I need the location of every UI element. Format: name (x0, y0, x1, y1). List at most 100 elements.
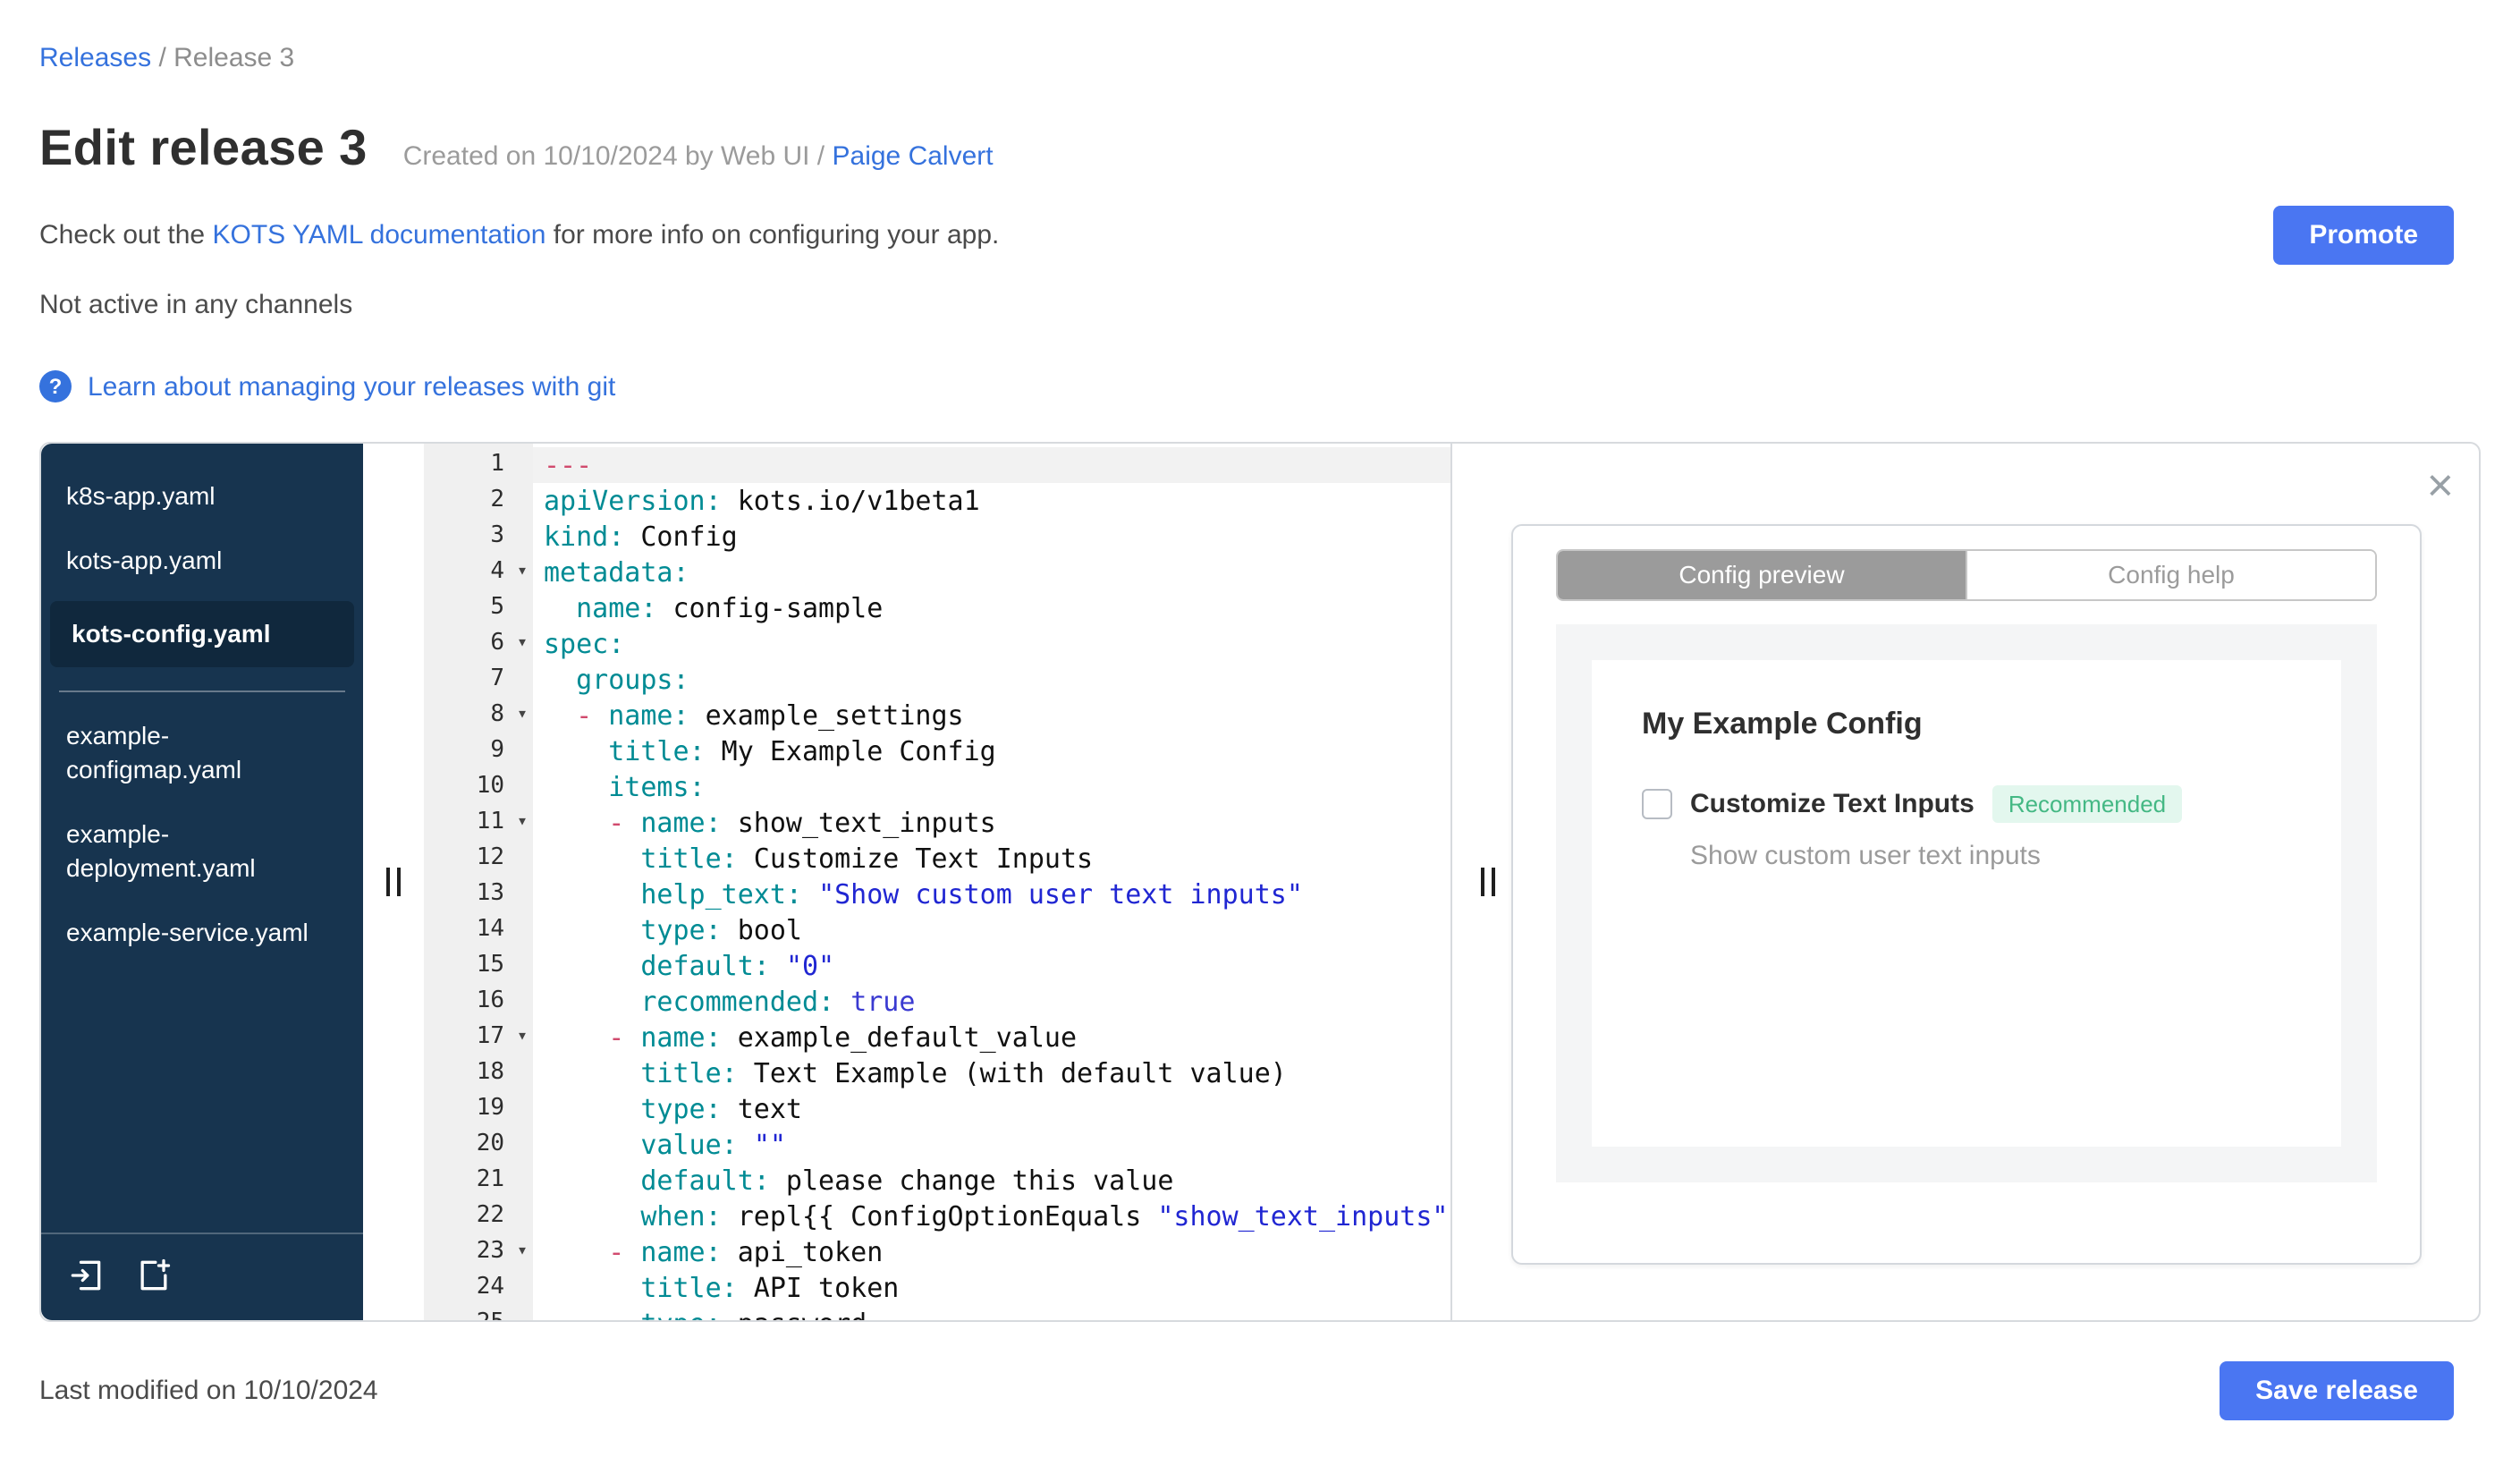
code-line-text: - name: api_token (608, 1236, 884, 1268)
recommended-badge: Recommended (1991, 785, 2183, 823)
code-line-text: type: password (533, 1306, 1450, 1320)
question-mark-icon[interactable]: ? (39, 370, 72, 402)
breadcrumb-separator: / (158, 43, 166, 73)
code-line-24[interactable]: 24 title: API token (424, 1270, 1450, 1306)
code-line-text: spec: (544, 628, 625, 660)
code-line-7[interactable]: 7 groups: (424, 662, 1450, 698)
release-workbench: k8s-app.yaml kots-app.yaml kots-config.yam… (39, 442, 2481, 1322)
kots-yaml-doc-link[interactable]: KOTS YAML documentation (212, 220, 545, 250)
line-number: 16 (476, 987, 504, 1014)
code-line-text: apiVersion: kots.io/v1beta1 (544, 485, 980, 517)
resize-handle-right[interactable] (1481, 868, 1495, 896)
git-releases-link[interactable]: Learn about managing your releases with … (88, 371, 615, 402)
line-number: 14 (476, 916, 504, 943)
file-item-example-deployment.yaml[interactable]: example-deployment.yaml (41, 817, 363, 885)
code-line-text: title: Text Example (with default value) (640, 1057, 1287, 1089)
line-number: 20 (476, 1131, 504, 1157)
line-number: 15 (476, 952, 504, 978)
code-line-15[interactable]: 15 default: "0" (424, 948, 1450, 984)
file-item-k8s-app.yaml[interactable]: k8s-app.yaml (41, 479, 363, 513)
edit-release-page: Releases / Release 3 Edit release 3 Crea… (0, 0, 2520, 1474)
code-line-text: kind: Config (544, 521, 738, 553)
code-line-25[interactable]: 25 type: password (424, 1306, 1450, 1320)
code-line-22[interactable]: 22 when: repl{{ ConfigOptionEquals "show… (424, 1199, 1450, 1234)
code-line-text: title: Customize Text Inputs (640, 843, 1094, 875)
last-modified-text: Last modified on 10/10/2024 (39, 1376, 378, 1406)
code-line-11[interactable]: 11 ▾ - name: show_text_inputs (424, 805, 1450, 841)
preview-card: Config preview Config help My Example Con… (1511, 524, 2422, 1265)
line-number: 10 (476, 773, 504, 800)
code-line-10[interactable]: 10 items: (424, 769, 1450, 805)
code-line-9[interactable]: 9 title: My Example Config (424, 733, 1450, 769)
author-link[interactable]: Paige Calvert (833, 141, 994, 172)
file-item-kots-app.yaml[interactable]: kots-app.yaml (41, 544, 363, 578)
config-item-help-text: Show custom user text inputs (1690, 841, 2041, 871)
code-line-19[interactable]: 19 type: text (424, 1091, 1450, 1127)
code-line-5[interactable]: 5 name: config-sample (424, 590, 1450, 626)
code-line-text: default: "0" (640, 950, 835, 982)
tab-config-preview[interactable]: Config preview (1558, 551, 1966, 599)
code-line-16[interactable]: 16 recommended: true (424, 984, 1450, 1020)
code-line-2[interactable]: 2 apiVersion: kots.io/v1beta1 (424, 483, 1450, 519)
code-line-text: help_text: "Show custom user text inputs… (640, 878, 1303, 911)
footer: Last modified on 10/10/2024 Save release (39, 1361, 2481, 1420)
title-row: Edit release 3 Created on 10/10/2024 by … (39, 120, 2481, 177)
line-number: 13 (476, 880, 504, 907)
code-line-text: - name: example_settings (576, 699, 964, 732)
line-number: 23 ▾ (424, 1234, 533, 1270)
file-tree: k8s-app.yaml kots-app.yaml kots-config.yam… (41, 444, 363, 1320)
config-preview-panel: × Config preview Config help My Example C… (1450, 444, 2479, 1320)
code-line-text: type: bool (640, 914, 802, 946)
breadcrumb-current: Release 3 (173, 43, 295, 73)
fold-caret-icon[interactable]: ▾ (517, 1234, 528, 1270)
file-item-example-service.yaml[interactable]: example-service.yaml (41, 916, 363, 950)
line-number: 11 ▾ (424, 805, 533, 841)
code-line-6[interactable]: 6 ▾ spec: (424, 626, 1450, 662)
created-info: Created on 10/10/2024 by Web UI / Paige … (403, 141, 994, 172)
add-file-icon[interactable] (134, 1256, 173, 1295)
code-line-1[interactable]: 1 --- (424, 447, 1450, 483)
config-checkbox[interactable] (1642, 789, 1672, 819)
code-line-4[interactable]: 4 ▾ metadata: (424, 555, 1450, 590)
close-icon[interactable]: × (2427, 462, 2454, 508)
line-number: 21 (476, 1166, 504, 1193)
import-file-icon[interactable] (66, 1256, 106, 1295)
code-line-text: groups: (576, 664, 689, 696)
preview-content-area: My Example Config Customize Text Inputs … (1556, 624, 2377, 1182)
fold-caret-icon[interactable]: ▾ (517, 698, 528, 733)
config-item-row: Customize Text Inputs Recommended (1642, 785, 2291, 823)
tab-config-help[interactable]: Config help (1966, 551, 2375, 599)
code-line-text: value: "" (640, 1129, 786, 1161)
code-line-3[interactable]: 3 kind: Config (424, 519, 1450, 555)
fold-caret-icon[interactable]: ▾ (517, 555, 528, 590)
promote-button[interactable]: Promote (2273, 206, 2454, 265)
file-item-example-configmap.yaml[interactable]: example-configmap.yaml (41, 719, 363, 787)
file-item-kots-config.yaml[interactable]: kots-config.yaml (50, 601, 354, 667)
line-number: 18 (476, 1059, 504, 1086)
code-line-8[interactable]: 8 ▾ - name: example_settings (424, 698, 1450, 733)
code-line-23[interactable]: 23 ▾ - name: api_token (424, 1234, 1450, 1270)
yaml-editor[interactable]: 1 --- 2 apiVersion: kots.io/v1beta1 3 kind: C… (424, 444, 1450, 1320)
save-release-button[interactable]: Save release (2220, 1361, 2454, 1420)
config-card: My Example Config Customize Text Inputs … (1592, 660, 2341, 1147)
line-number: 17 ▾ (424, 1020, 533, 1055)
resize-handle-left[interactable] (386, 868, 401, 896)
code-line-14[interactable]: 14 type: bool (424, 912, 1450, 948)
breadcrumb-releases-link[interactable]: Releases (39, 43, 151, 73)
code-line-text: --- (533, 447, 1450, 483)
code-line-21[interactable]: 21 default: please change this value (424, 1163, 1450, 1199)
line-number: 4 ▾ (424, 555, 533, 590)
fold-caret-icon[interactable]: ▾ (517, 1020, 528, 1055)
code-line-text: when: repl{{ ConfigOptionEquals "show_te… (640, 1200, 1449, 1233)
code-line-17[interactable]: 17 ▾ - name: example_default_value (424, 1020, 1450, 1055)
code-line-12[interactable]: 12 title: Customize Text Inputs (424, 841, 1450, 877)
fold-caret-icon[interactable]: ▾ (517, 626, 528, 662)
fold-caret-icon[interactable]: ▾ (517, 805, 528, 841)
code-line-20[interactable]: 20 value: "" (424, 1127, 1450, 1163)
code-line-18[interactable]: 18 title: Text Example (with default val… (424, 1055, 1450, 1091)
doc-info: Check out the KOTS YAML documentation fo… (39, 220, 999, 250)
config-item-title: Customize Text Inputs (1690, 789, 1975, 819)
line-number: 1 (490, 451, 504, 478)
code-line-13[interactable]: 13 help_text: "Show custom user text inp… (424, 877, 1450, 912)
file-tree-list: k8s-app.yaml kots-app.yaml kots-config.yam… (41, 479, 363, 950)
